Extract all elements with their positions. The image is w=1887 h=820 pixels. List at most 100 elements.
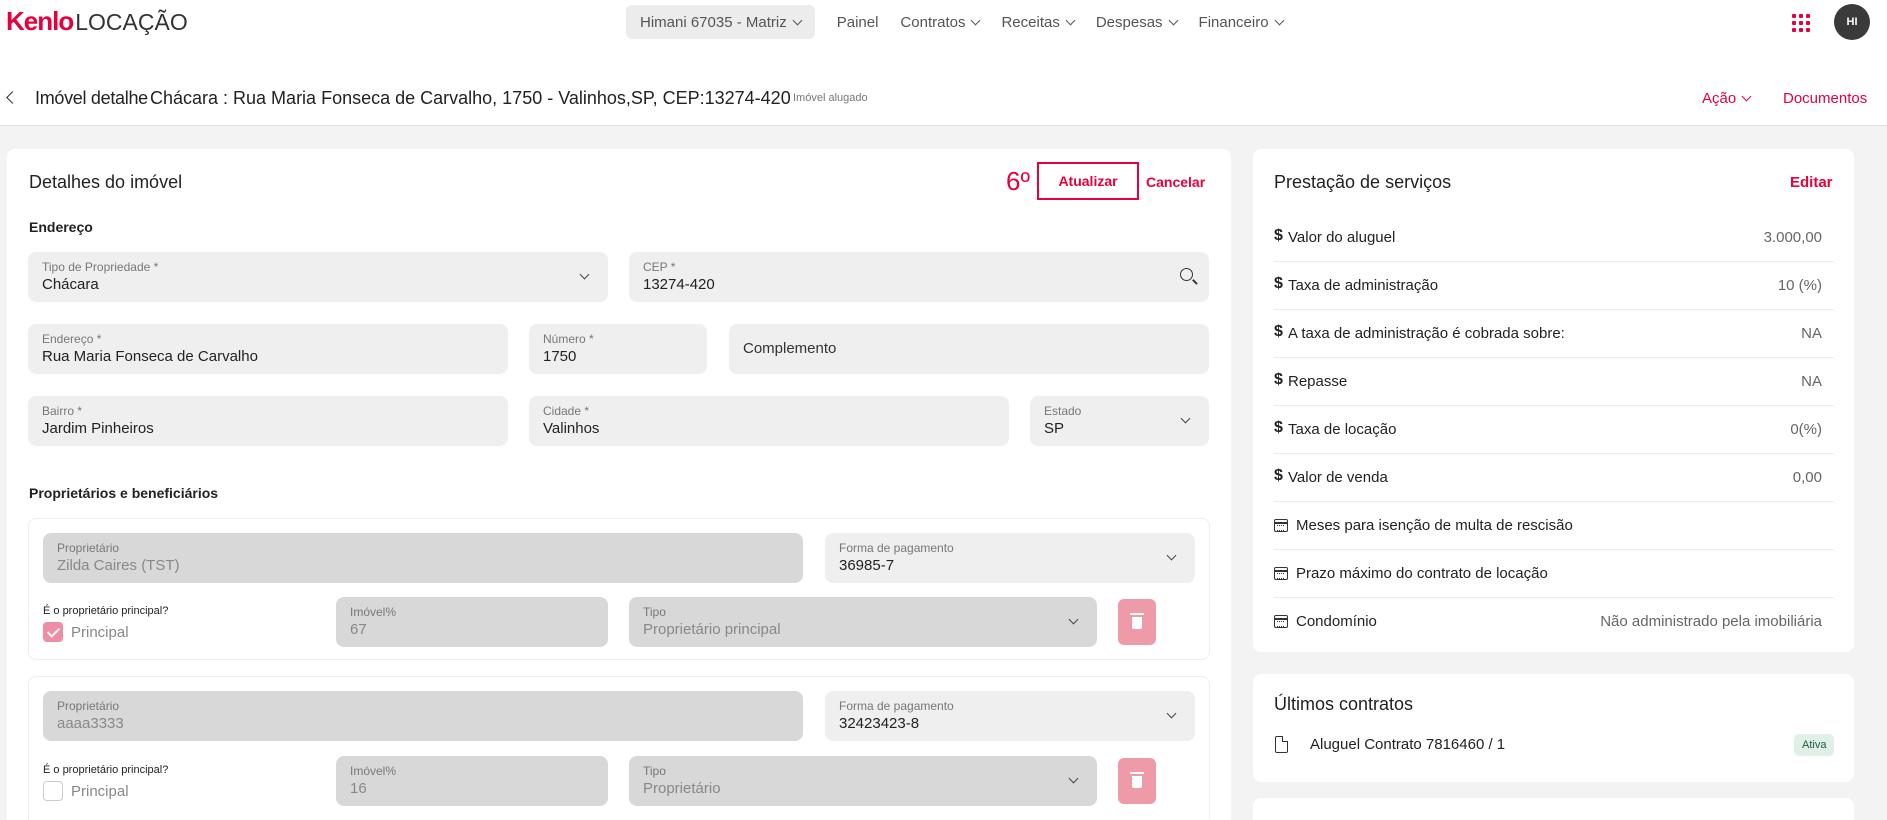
calendar-icon	[1274, 519, 1288, 532]
principal-label: Principal	[71, 624, 129, 641]
owners-section-label: Proprietários e beneficiários	[29, 485, 219, 501]
field-value: aaaa3333	[57, 715, 124, 732]
delete-owner-button[interactable]	[1118, 758, 1156, 804]
nav-item-financeiro[interactable]: Financeiro	[1198, 13, 1285, 31]
delete-owner-button[interactable]	[1118, 599, 1156, 645]
nav-item-receitas[interactable]: Receitas	[1001, 14, 1076, 31]
chevron-down-icon	[579, 269, 590, 280]
service-name: Valor de venda	[1288, 469, 1388, 486]
documents-link[interactable]: Documentos	[1783, 90, 1867, 107]
principal-checkbox[interactable]	[43, 622, 63, 642]
cancel-button[interactable]: Cancelar	[1146, 174, 1205, 190]
contracts-title: Últimos contratos	[1274, 694, 1414, 714]
dollar-icon: $	[1274, 419, 1283, 436]
step-marker: 6º	[1006, 166, 1030, 196]
principal-question: É o proprietário principal?	[43, 605, 169, 617]
nav-item-contratos[interactable]: Contratos	[900, 13, 981, 31]
share-percent-field: Imóvel% 16	[336, 756, 608, 806]
service-row: $ Repasse NA	[1274, 358, 1834, 406]
dollar-icon: $	[1274, 275, 1283, 292]
service-row: $ Valor do aluguel 3.000,00	[1274, 214, 1834, 262]
document-icon	[1275, 736, 1288, 753]
field-label: Estado	[1044, 404, 1082, 418]
address-section-label: Endereço	[29, 219, 93, 235]
property-address: Chácara : Rua Maria Fonseca de Carvalho,…	[150, 88, 791, 108]
number-input[interactable]: Número * 1750	[529, 324, 707, 374]
neighborhood-input[interactable]: Bairro * Jardim Pinheiros	[28, 396, 508, 446]
chevron-down-icon	[1065, 15, 1076, 25]
principal-question: É o proprietário principal?	[43, 764, 169, 776]
cep-input[interactable]: CEP * 13274-420	[629, 252, 1209, 302]
dollar-icon: $	[1274, 371, 1283, 388]
field-value: Zilda Caires (TST)	[57, 557, 180, 574]
back-arrow-icon[interactable]	[6, 91, 19, 104]
action-label: Ação	[1702, 90, 1737, 107]
status-badge: Ativa	[1794, 734, 1835, 756]
search-icon[interactable]	[1180, 268, 1193, 281]
service-name: Taxa de locação	[1288, 421, 1397, 438]
chevron-down-icon	[1168, 15, 1178, 25]
owner-name-field: Proprietário aaaa3333	[43, 691, 803, 741]
address-input[interactable]: Endereço * Rua Maria Fonseca de Carvalho	[28, 324, 508, 374]
apps-grid-icon[interactable]	[1792, 14, 1810, 32]
nav-item-despesas[interactable]: Despesas	[1095, 13, 1178, 31]
action-menu-button[interactable]: Ação	[1702, 90, 1752, 107]
chevron-down-icon	[1166, 708, 1177, 719]
services-title: Prestação de serviços	[1274, 172, 1452, 192]
state-select[interactable]: Estado SP	[1030, 396, 1209, 446]
owner-type-select: Tipo Proprietário principal	[629, 597, 1097, 647]
service-value: Não administrado pela imobiliária	[1600, 613, 1822, 630]
top-nav: Kenlo LOCAÇÃO Himani 67035 - Matriz Pain…	[0, 0, 1887, 44]
dollar-icon: $	[1274, 323, 1283, 340]
details-title: Detalhes do imóvel	[29, 172, 183, 192]
service-name: Prazo máximo do contrato de locação	[1296, 565, 1548, 582]
service-name: Repasse	[1288, 373, 1348, 390]
service-row: Condomínio Não administrado pela imobili…	[1274, 598, 1834, 646]
service-name: Valor do aluguel	[1288, 229, 1396, 246]
brand-product: LOCAÇÃO	[75, 9, 188, 35]
edit-services-button[interactable]: Editar	[1790, 174, 1833, 191]
dollar-icon: $	[1274, 467, 1283, 484]
service-row: Prazo máximo do contrato de locação	[1274, 550, 1834, 598]
field-value: 13274-420	[643, 276, 715, 293]
payment-method-select[interactable]: Forma de pagamento 32423423-8	[825, 691, 1195, 741]
field-label: Tipo	[643, 605, 666, 619]
property-status: Imóvel alugado	[793, 92, 868, 104]
principal-checkbox[interactable]	[43, 781, 63, 801]
field-label: CEP *	[643, 260, 676, 274]
field-label: Imóvel%	[350, 764, 397, 778]
field-value: Valinhos	[543, 420, 600, 437]
chevron-down-icon	[1274, 15, 1285, 25]
dollar-icon: $	[1274, 227, 1283, 244]
nav-item-painel[interactable]: Painel	[837, 14, 879, 31]
brand-logo[interactable]: Kenlo LOCAÇÃO	[6, 6, 188, 37]
field-value: Jardim Pinheiros	[42, 420, 154, 437]
service-value: 0,00	[1792, 469, 1822, 486]
nav-label: Contratos	[900, 13, 966, 31]
city-input[interactable]: Cidade * Valinhos	[529, 396, 1009, 446]
complement-input[interactable]: Complemento	[729, 324, 1209, 374]
chevron-down-icon	[1068, 773, 1079, 784]
field-label: Proprietário	[57, 541, 120, 555]
service-value: 10 (%)	[1777, 277, 1822, 294]
nav-label: Despesas	[1095, 13, 1163, 31]
owner-type-select: Tipo Proprietário	[629, 756, 1097, 806]
calendar-icon	[1274, 615, 1288, 628]
update-button[interactable]: Atualizar	[1037, 162, 1139, 200]
share-percent-field: Imóvel% 67	[336, 597, 608, 647]
brand-name: Kenlo	[6, 6, 74, 36]
service-name: A taxa de administração é cobrada sobre:	[1288, 325, 1565, 342]
service-row: $ Valor de venda 0,00	[1274, 454, 1834, 502]
service-value: NA	[1801, 325, 1822, 342]
payment-method-select[interactable]: Forma de pagamento 36985-7	[825, 533, 1195, 583]
nav-label: Financeiro	[1198, 13, 1269, 31]
contract-link[interactable]: Aluguel Contrato 7816460 / 1	[1310, 736, 1505, 753]
branch-selector[interactable]: Himani 67035 - Matriz	[626, 5, 815, 39]
user-avatar[interactable]: HI	[1834, 4, 1870, 40]
service-row: Meses para isenção de multa de rescisão	[1274, 502, 1834, 550]
field-value: Proprietário	[643, 780, 721, 797]
field-label: Endereço *	[42, 332, 102, 346]
property-type-select[interactable]: Tipo de Propriedade * Chácara	[28, 252, 608, 302]
field-label: Número *	[543, 332, 594, 346]
page-header: Imóvel detalhe Chácara : Rua Maria Fonse…	[0, 44, 1887, 126]
